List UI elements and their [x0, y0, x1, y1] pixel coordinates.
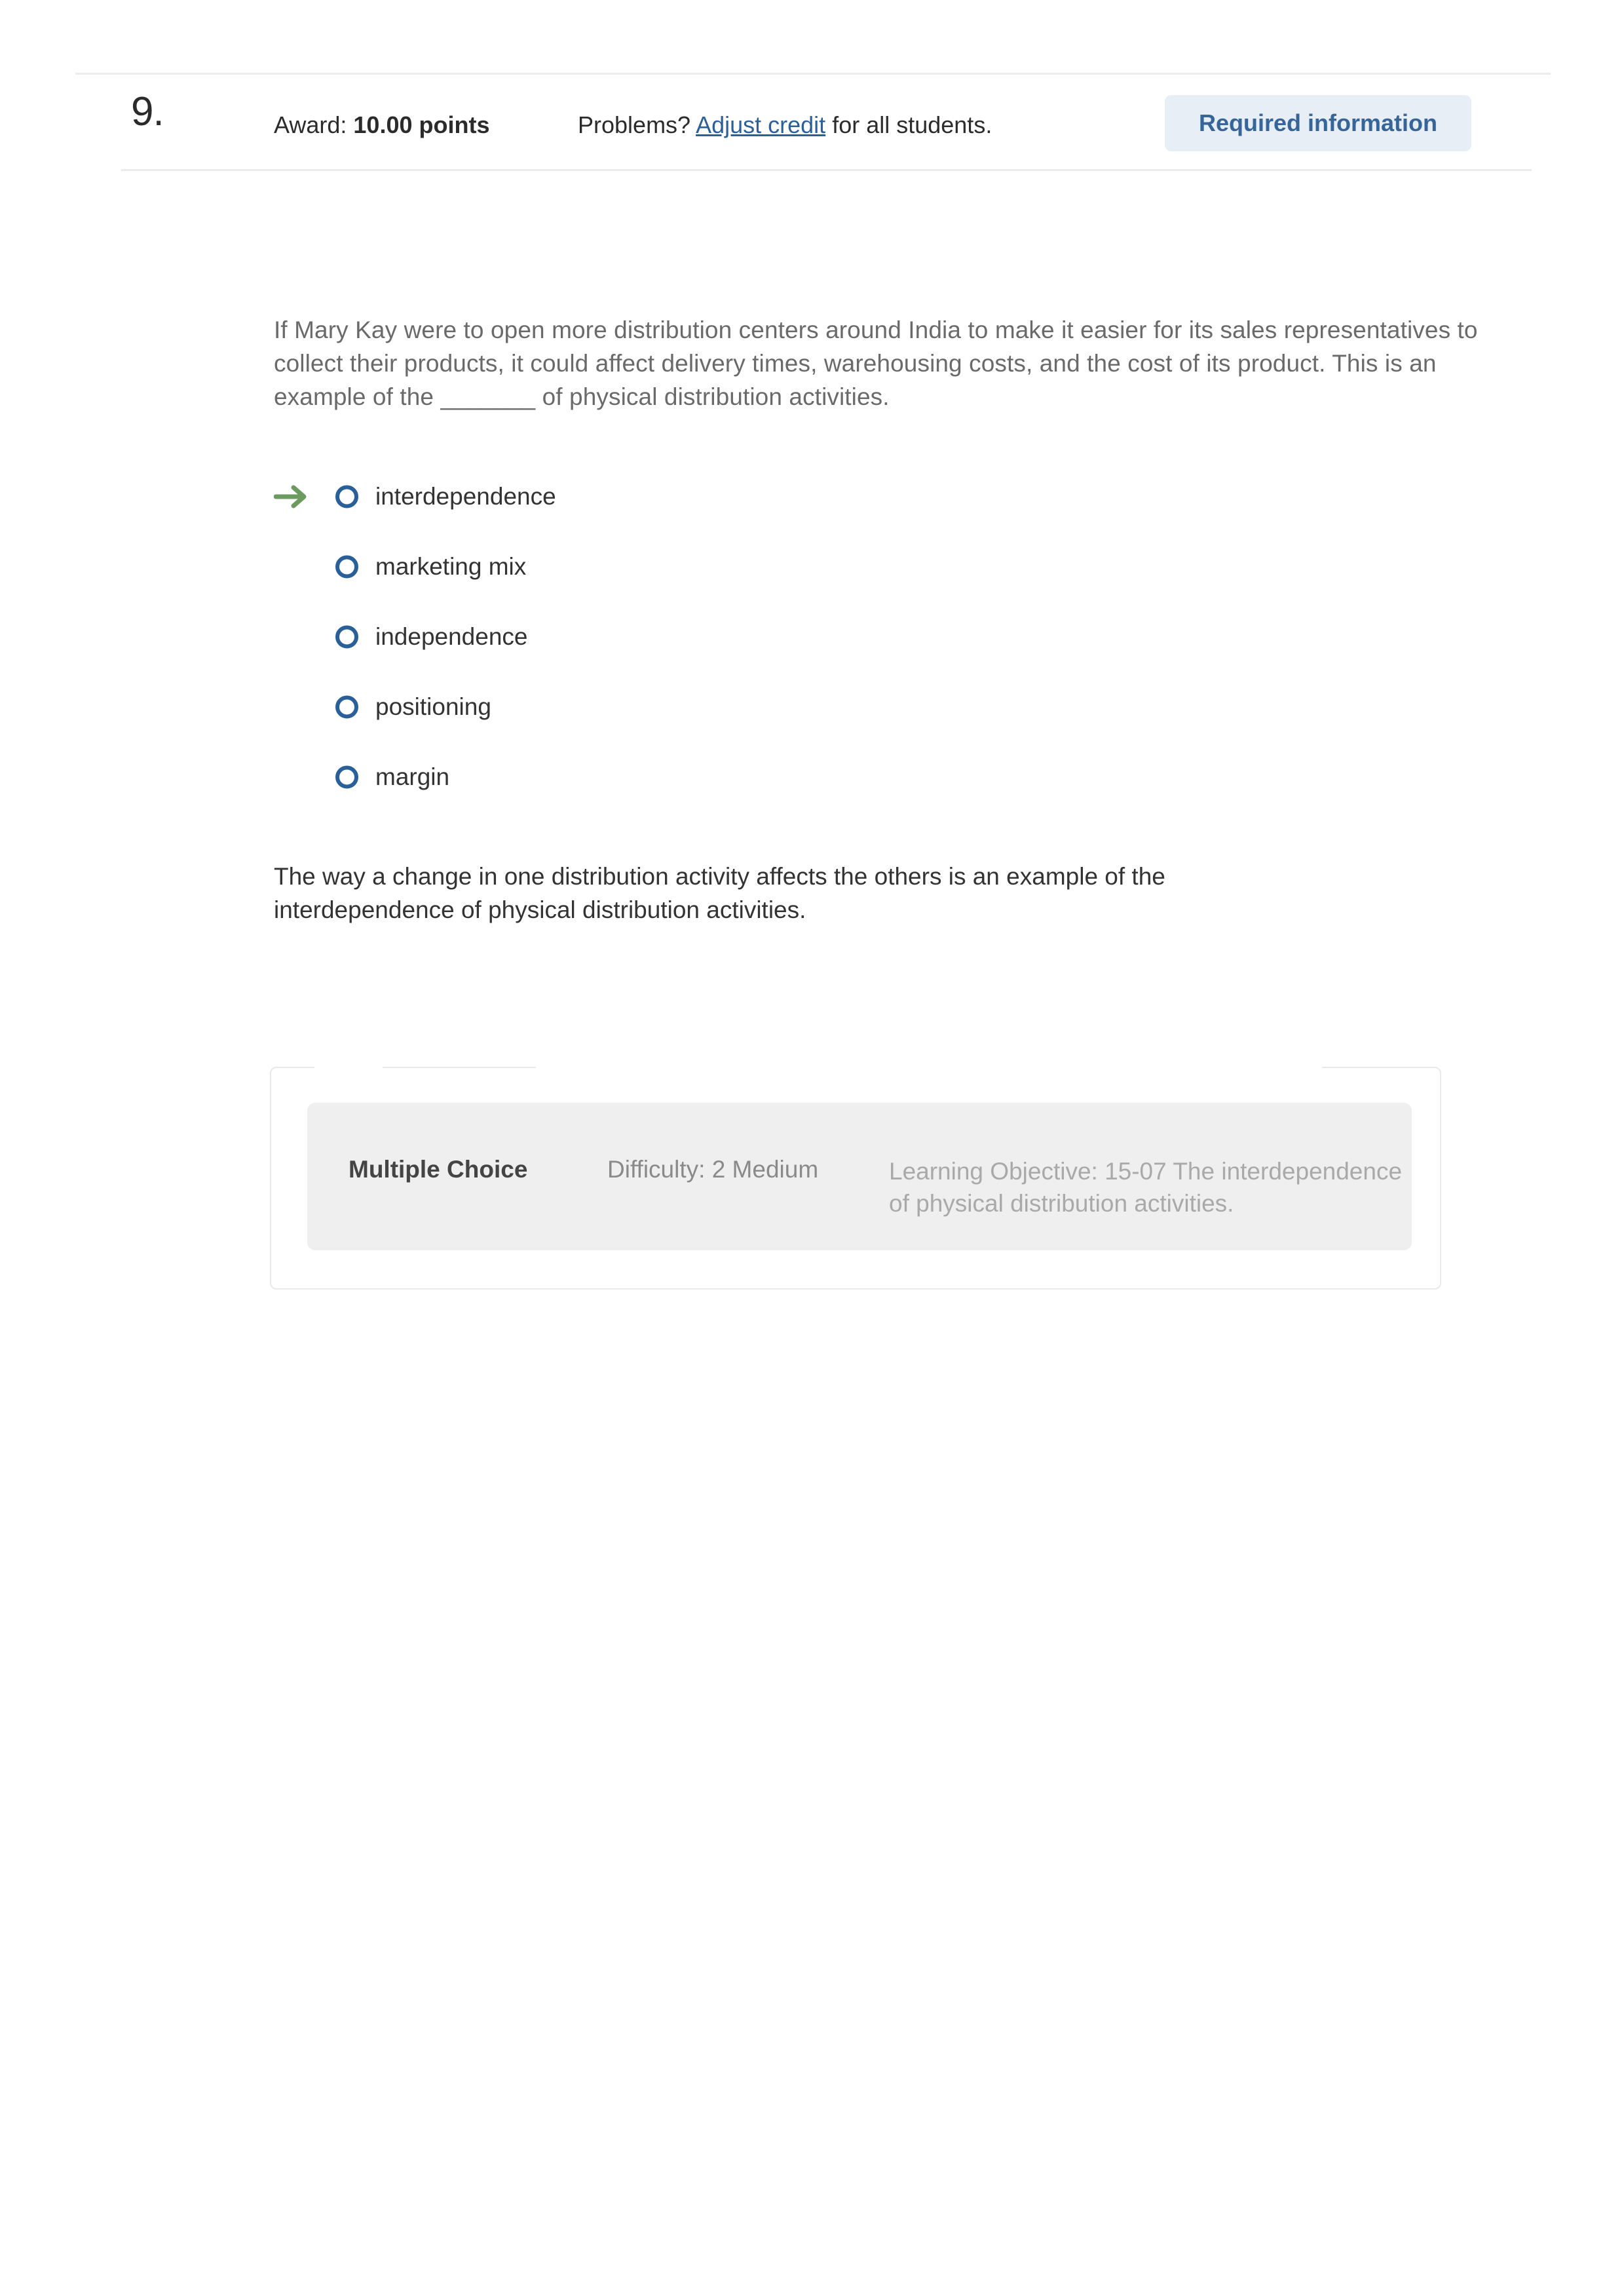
answer-option-radio[interactable] [335, 555, 358, 578]
adjust-credit-link[interactable]: Adjust credit [696, 111, 825, 138]
question-type-label: Multiple Choice [349, 1156, 528, 1183]
answer-option-radio[interactable] [335, 695, 358, 718]
question-number: 9. [131, 89, 164, 134]
learning-objective-label: Learning Objective: 15-07 The interdepen… [889, 1158, 1403, 1217]
problems-suffix-label: for all students. [825, 111, 992, 138]
answer-option-radio[interactable] [335, 765, 358, 788]
card-border-notch-right [536, 1066, 1322, 1069]
header-bottom-divider [121, 169, 1532, 171]
answer-option-label[interactable]: positioning [375, 693, 491, 721]
answer-option-radio[interactable] [335, 625, 358, 648]
question-metadata-card: Multiple Choice Difficulty: 2 Medium Lea… [270, 1066, 1441, 1290]
required-information-label: Required information [1198, 109, 1437, 136]
correct-answer-arrow-icon [274, 485, 307, 508]
award-label: Award: [274, 111, 354, 138]
answer-option-label[interactable]: independence [375, 623, 528, 651]
answer-option-row[interactable]: margin [274, 742, 1322, 812]
answer-option-label[interactable]: margin [375, 763, 449, 791]
award-line: Award: 10.00 points [274, 111, 489, 139]
problems-prefix-label: Problems? [578, 111, 696, 138]
answer-option-row[interactable]: interdependence [274, 461, 1322, 531]
answer-explanation: The way a change in one distribution act… [274, 863, 1165, 924]
problems-line: Problems? Adjust credit for all students… [578, 111, 992, 139]
answer-option-row[interactable]: positioning [274, 672, 1322, 742]
question-stem: If Mary Kay were to open more distributi… [274, 316, 1478, 411]
question-metadata-panel: Multiple Choice Difficulty: 2 Medium Lea… [307, 1103, 1412, 1250]
answer-option-row[interactable]: marketing mix [274, 531, 1322, 602]
answer-option-row[interactable]: independence [274, 602, 1322, 672]
required-information-badge[interactable]: Required information [1165, 95, 1471, 151]
header-top-divider [75, 73, 1551, 75]
answer-options-list: interdependence marketing mix independence… [274, 461, 1322, 812]
award-points-value: 10.00 points [353, 111, 490, 138]
difficulty-label: Difficulty: 2 Medium [607, 1156, 819, 1183]
answer-option-label[interactable]: marketing mix [375, 553, 526, 581]
card-border-notch-left [314, 1066, 383, 1069]
answer-option-radio[interactable] [335, 485, 358, 508]
answer-option-label[interactable]: interdependence [375, 483, 556, 510]
